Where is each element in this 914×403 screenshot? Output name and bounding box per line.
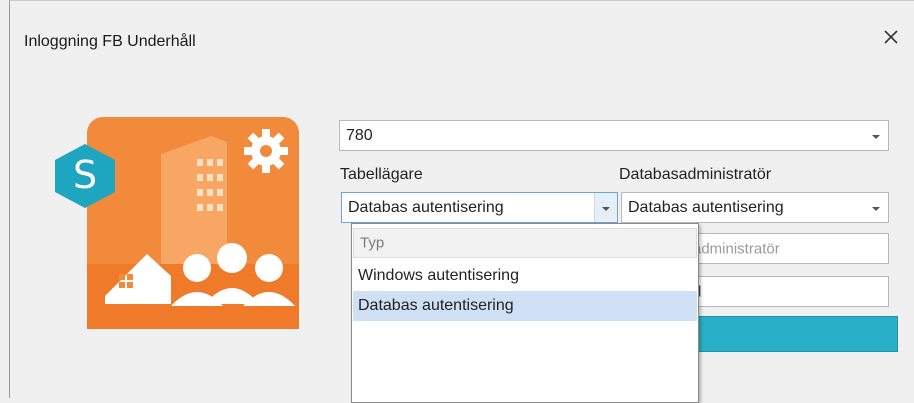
dropdown-item-label: Databas autentisering [358,297,514,314]
auth-type-dropdown: Typ Windows autentisering Databas autent… [351,223,699,403]
dbadmin-username-placeholder: administratör [693,240,780,257]
dropdown-item-database[interactable]: Databas autentisering [353,291,697,321]
chevron-down-icon [872,134,880,139]
building-icon [161,136,227,264]
dbadmin-auth-combo[interactable]: Databas autentisering [621,192,889,223]
owner-auth-combo[interactable]: Databas autentisering [341,192,618,223]
window-title: Inloggning FB Underhåll [24,33,196,50]
dbadmin-auth-value: Databas autentisering [628,198,784,216]
owner-dropdown-button[interactable] [594,193,617,222]
gear-icon [244,129,288,173]
dropdown-header-label: Typ [360,234,385,252]
server-combo[interactable]: 780 [339,120,889,151]
close-icon[interactable] [878,24,904,50]
login-dialog: Inloggning FB Underhåll S 780 Tabellägar… [9,0,914,403]
owner-label: Tabellägare [340,166,423,183]
dropdown-header: Typ [353,228,697,258]
logo-letter: S [73,153,97,197]
server-combo-value: 780 [346,126,373,144]
app-logo: S [55,117,299,329]
login-button[interactable] [686,316,898,352]
chevron-down-icon [872,206,880,211]
owner-auth-value: Databas autentisering [348,198,504,216]
chevron-down-icon [602,206,610,211]
dropdown-item-label: Windows autentisering [358,267,519,284]
dropdown-item-windows[interactable]: Windows autentisering [353,261,697,291]
dbadmin-label: Databasadministratör [619,166,772,183]
